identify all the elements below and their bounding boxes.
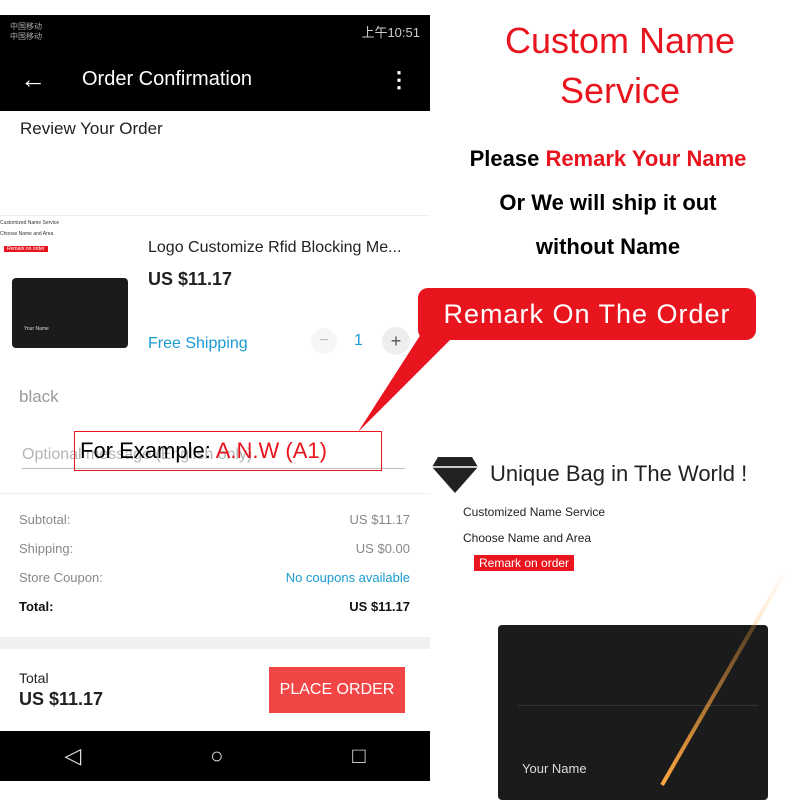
thumb-text: Choose Name and Area [0, 231, 54, 237]
callout-remark-order: Remark On The Order [418, 288, 756, 340]
thumb-text: Customized Name Service [0, 220, 60, 226]
more-vert-icon[interactable]: ⋮ [388, 67, 410, 93]
promo-text: Please [469, 146, 546, 171]
thumb-badge: Remark on order [4, 246, 48, 252]
product-name[interactable]: Logo Customize Rfid Blocking Me... [148, 239, 401, 257]
page-title: Order Confirmation [82, 68, 253, 90]
back-arrow-icon[interactable]: ← [20, 64, 82, 95]
review-heading: Review Your Order [20, 119, 163, 138]
thumb-name: Your Name [24, 326, 49, 332]
summary-value: US $11.17 [349, 599, 410, 614]
summary-value: US $11.17 [349, 512, 410, 527]
summary-label: Total: [19, 599, 54, 614]
product-thumbnail[interactable]: Customized Name Service Choose Name and … [0, 220, 140, 350]
promo-text: without Name [535, 234, 681, 259]
wallet-image: Your Name [498, 625, 768, 800]
promo-highlight: Remark Your Name [545, 146, 747, 171]
status-time: 上午10:51 [361, 25, 420, 40]
status-bar: 中国移动 中国移动 上午10:51 [0, 15, 430, 48]
wallet-name: Your Name [522, 761, 587, 776]
nav-bar: ◁ ○ □ [0, 731, 430, 781]
summary-row: Subtotal: US $11.17 [19, 512, 410, 527]
promo-text: Or We will ship it out [499, 190, 717, 215]
summary-label: Store Coupon: [19, 570, 103, 585]
promo-title-line: Service [559, 70, 681, 111]
promo-title-line: Custom Name [504, 20, 736, 61]
wallet-image: Your Name [12, 278, 128, 348]
banner-headline: Unique Bag in The World ! [490, 461, 748, 486]
coupon-link[interactable]: No coupons available [286, 570, 410, 585]
nav-back-icon[interactable]: ◁ [64, 743, 81, 769]
product-price: US $11.17 [148, 269, 233, 289]
footer-total-value: US $11.17 [19, 689, 104, 709]
carrier-1: 中国移动 [10, 21, 42, 31]
summary-row: Shipping: US $0.00 [19, 541, 410, 556]
divider [0, 493, 430, 494]
diamond-icon [432, 457, 478, 493]
footer-total-label: Total [19, 670, 49, 686]
promo-title: Custom Name Service [440, 16, 800, 116]
summary-row: Store Coupon: No coupons available [19, 570, 410, 585]
nav-home-icon[interactable]: ○ [210, 743, 223, 769]
shipping-label: Free Shipping [148, 335, 248, 352]
qty-minus-button[interactable]: − [311, 328, 337, 354]
banner-badge: Remark on order [474, 555, 575, 571]
divider [0, 215, 430, 216]
place-order-button[interactable]: PLACE ORDER [269, 667, 405, 713]
app-bar: ← Order Confirmation ⋮ [0, 48, 430, 111]
nav-recent-icon[interactable]: □ [352, 743, 365, 769]
promo-instructions: Please Remark Your Name Or We will ship … [418, 137, 798, 269]
summary-label: Subtotal: [19, 512, 71, 527]
summary-row: Total: US $11.17 [19, 599, 410, 614]
summary-label: Shipping: [19, 541, 74, 556]
banner-line: Customized Name Service [463, 505, 606, 519]
variant-color: black [19, 387, 59, 406]
banner-line: Choose Name and Area [463, 531, 592, 545]
product-banner: Unique Bag in The World ! Customized Nam… [430, 435, 800, 800]
message-input[interactable] [22, 441, 405, 469]
divider [0, 637, 430, 649]
carrier-2: 中国移动 [10, 31, 42, 41]
summary-value: US $0.00 [355, 541, 410, 556]
